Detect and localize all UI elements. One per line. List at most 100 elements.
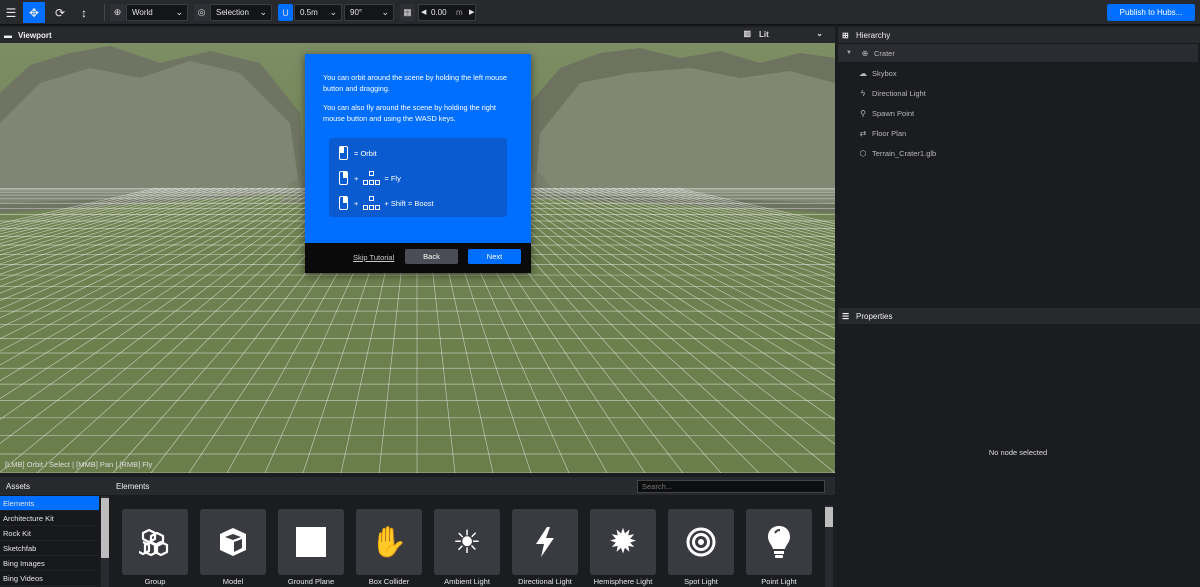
- chevron-down-icon: ⌄: [329, 7, 337, 17]
- snap-rotate-dropdown[interactable]: 90° ⌄: [344, 4, 394, 21]
- snap-translate-value: 0.5m: [300, 8, 318, 17]
- element-label-box-collider: Box Collider: [368, 577, 410, 586]
- chevron-down-icon: ⌄: [259, 7, 267, 17]
- skip-tutorial-link[interactable]: Skip Tutorial: [353, 253, 394, 262]
- hierarchy-title: Hierarchy: [856, 30, 891, 40]
- asset-source-sketchfab[interactable]: Sketchfab: [0, 541, 99, 556]
- next-button[interactable]: Next: [468, 249, 521, 264]
- element-label-directional-light: Directional Light: [518, 577, 572, 586]
- properties-panel: ☰ Properties No node selected: [838, 308, 1200, 587]
- element-tile-directional-light[interactable]: [512, 509, 578, 575]
- asset-source-elements[interactable]: Elements: [0, 496, 99, 511]
- snap-toggle-button[interactable]: U: [278, 4, 293, 21]
- asset-source-architecture-kit[interactable]: Architecture Kit: [0, 511, 99, 526]
- pivot-dropdown-value: Selection: [216, 8, 249, 17]
- element-tile-point-light[interactable]: [746, 509, 812, 575]
- elements-scrollbar-thumb[interactable]: [825, 507, 833, 527]
- rotate-tool-button[interactable]: ⟳: [49, 2, 71, 23]
- render-mode-value: Lit: [759, 30, 769, 39]
- space-dropdown[interactable]: World ⌄: [126, 4, 188, 21]
- cubes-icon: [139, 528, 169, 557]
- certificate-icon: ✹: [608, 523, 638, 561]
- hierarchy-item-label: Directional Light: [872, 88, 926, 98]
- hierarchy-item-floor-plan[interactable]: ⇄ Floor Plan: [838, 124, 1198, 142]
- assets-panel: Assets Elements Architecture Kit Rock Ki…: [0, 477, 110, 587]
- space-dropdown-value: World: [132, 8, 153, 17]
- left-mouse-icon: [339, 146, 348, 160]
- caret-down-icon[interactable]: ▼: [846, 50, 856, 56]
- hierarchy-item-skybox[interactable]: ☁ Skybox: [838, 64, 1198, 82]
- snap-translate-dropdown[interactable]: 0.5m ⌄: [294, 4, 342, 21]
- grid-toggle-button[interactable]: ▦: [400, 4, 415, 21]
- scale-tool-button[interactable]: ↕: [73, 2, 95, 23]
- element-label-ambient-light: Ambient Light: [444, 577, 490, 586]
- hierarchy-item-spawn-point[interactable]: ⚲ Spawn Point: [838, 104, 1198, 122]
- element-label-model: Model: [222, 577, 244, 586]
- move-arrows-icon: ✥: [28, 5, 40, 20]
- hierarchy-item-label: Crater: [874, 48, 895, 58]
- wasd-keys-icon: [362, 169, 380, 187]
- element-tile-box-collider[interactable]: ✋: [356, 509, 422, 575]
- element-label-group: Group: [144, 577, 166, 586]
- right-mouse-icon: [339, 196, 348, 210]
- grid-height-value[interactable]: 0.00: [431, 8, 447, 17]
- element-tile-model[interactable]: [200, 509, 266, 575]
- person-icon: ⚲: [860, 108, 866, 118]
- hierarchy-item-terrain[interactable]: ⬡ Terrain_Crater1.glb: [838, 144, 1198, 162]
- element-tile-ground-plane[interactable]: [278, 509, 344, 575]
- bullseye-icon: [686, 527, 716, 557]
- chart-icon[interactable]: ▥: [743, 29, 751, 38]
- asset-source-bing-images[interactable]: Bing Images: [0, 556, 99, 571]
- window-icon: ▬: [4, 30, 12, 40]
- translate-tool-button[interactable]: ✥: [23, 2, 45, 23]
- grid-height-stepper[interactable]: ◀ 0.00 m ▶: [418, 4, 476, 21]
- element-tile-hemisphere-light[interactable]: ✹: [590, 509, 656, 575]
- tutorial-popover: You can orbit around the scene by holdin…: [305, 54, 531, 273]
- tutorial-boost-label: + Shift = Boost: [384, 198, 434, 208]
- element-tile-spot-light[interactable]: [668, 509, 734, 575]
- tutorial-row-boost: + + Shift = Boost: [339, 195, 434, 211]
- elements-title: Elements: [116, 481, 150, 491]
- target-icon: ◎: [197, 7, 206, 17]
- element-tile-ambient-light[interactable]: ☀: [434, 509, 500, 575]
- wasd-keys-icon: [362, 194, 380, 212]
- menu-button[interactable]: ☰: [0, 2, 22, 23]
- element-tile-group[interactable]: [122, 509, 188, 575]
- publish-button[interactable]: Publish to Hubs...: [1107, 4, 1195, 21]
- assets-scrollbar-thumb[interactable]: [101, 498, 109, 558]
- globe-icon: ⊕: [113, 7, 122, 17]
- hierarchy-header: ⊞ Hierarchy: [838, 27, 1200, 43]
- hierarchy-item-directional-light[interactable]: ϟ Directional Light: [838, 84, 1198, 102]
- bolt-icon: ϟ: [860, 88, 866, 98]
- assets-title: Assets: [6, 481, 31, 491]
- snap-rotate-value: 90°: [350, 8, 363, 17]
- hierarchy-item-crater[interactable]: ▼ ⊕ Crater: [838, 44, 1198, 62]
- globe-icon: ⊕: [861, 48, 869, 58]
- tutorial-controls-box: = Orbit + = Fly + + Shift = Boost: [329, 138, 507, 217]
- asset-source-bing-videos[interactable]: Bing Videos: [0, 571, 99, 586]
- asset-source-rock-kit[interactable]: Rock Kit: [0, 526, 99, 541]
- back-button[interactable]: Back: [405, 249, 458, 264]
- rotate-icon: ⟳: [54, 5, 66, 20]
- hamburger-icon: ☰: [5, 5, 17, 20]
- sitemap-icon: ⊞: [842, 30, 849, 40]
- elements-search-input[interactable]: [637, 480, 825, 493]
- render-mode-dropdown[interactable]: Lit ⌄: [755, 29, 825, 42]
- viewport-header: ▬ Viewport ▥ Lit ⌄: [0, 27, 835, 43]
- hierarchy-panel: ⊞ Hierarchy ▼ ⊕ Crater ☁ Skybox ϟ Direct…: [838, 27, 1200, 305]
- grid-unit-label: m: [456, 8, 463, 17]
- square-icon: [296, 527, 326, 557]
- caret-right-icon[interactable]: ▶: [469, 8, 474, 16]
- pivot-toggle-button[interactable]: ◎: [194, 4, 209, 21]
- element-label-spot-light: Spot Light: [684, 577, 718, 586]
- caret-left-icon[interactable]: ◀: [421, 8, 426, 16]
- space-toggle-button[interactable]: ⊕: [110, 4, 125, 21]
- tutorial-boost-plus: +: [354, 198, 359, 208]
- chevron-down-icon: ⌄: [175, 7, 183, 17]
- pivot-dropdown[interactable]: Selection ⌄: [210, 4, 272, 21]
- tutorial-row-orbit: = Orbit: [339, 145, 377, 161]
- tutorial-orbit-label: = Orbit: [354, 148, 377, 158]
- hierarchy-item-label: Floor Plan: [872, 128, 907, 138]
- cloud-icon: ☁: [859, 68, 867, 78]
- tutorial-footer: Skip Tutorial Back Next: [305, 243, 531, 273]
